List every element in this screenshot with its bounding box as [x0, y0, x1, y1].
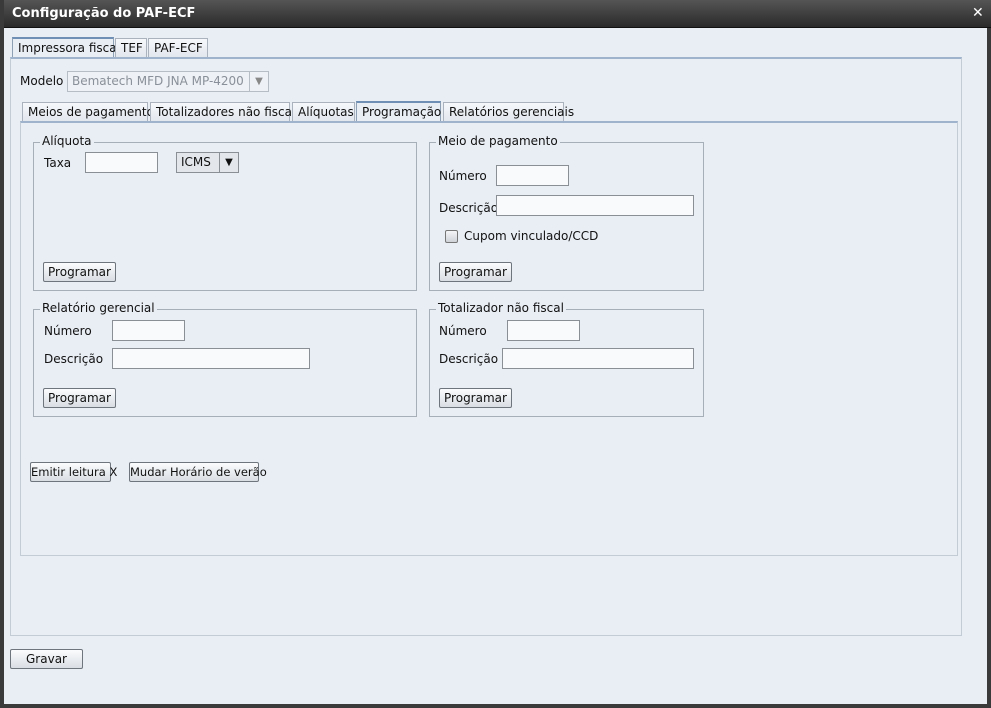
totalizador-descricao-input[interactable] — [502, 348, 694, 369]
programar-totalizador-button[interactable]: Programar — [439, 388, 512, 408]
taxa-label: Taxa — [44, 156, 72, 170]
aliquota-legend: Alíquota — [40, 134, 94, 148]
tab-paf-ecf[interactable]: PAF-ECF — [148, 38, 208, 58]
numero-label: Número — [44, 324, 92, 338]
tipo-select[interactable]: ICMS ▼ — [176, 152, 239, 173]
tab-meios-pagamento[interactable]: Meios de pagamento — [22, 102, 154, 122]
config-window: Configuração do PAF-ECF ✕ Impressora fis… — [0, 0, 991, 708]
numero-label: Número — [439, 169, 487, 183]
tab-impressora-fiscal[interactable]: Impressora fiscal — [12, 37, 120, 58]
tipo-value: ICMS — [181, 155, 211, 169]
relatorio-legend: Relatório gerencial — [40, 301, 157, 315]
modelo-select[interactable]: Bematech MFD JNA MP-4200 ▼ — [67, 71, 269, 92]
programar-meio-button[interactable]: Programar — [439, 262, 512, 282]
chevron-down-icon: ▼ — [249, 72, 268, 91]
gravar-button[interactable]: Gravar — [10, 649, 83, 669]
meio-numero-input[interactable] — [496, 165, 569, 186]
chevron-down-icon: ▼ — [219, 153, 238, 172]
mudar-horario-verao-button[interactable]: Mudar Horário de verão — [129, 462, 267, 482]
cupom-vinculado-checkbox[interactable] — [445, 230, 458, 243]
aliquota-group: Alíquota Taxa ICMS ▼ Programar — [33, 134, 417, 291]
programar-aliquota-button[interactable]: Programar — [43, 262, 116, 282]
meio-pagamento-legend: Meio de pagamento — [436, 134, 560, 148]
taxa-input[interactable] — [85, 152, 158, 173]
numero-label: Número — [439, 324, 487, 338]
descricao-label: Descrição — [439, 352, 499, 366]
totalizador-legend: Totalizador não fiscal — [436, 301, 566, 315]
cupom-vinculado-label: Cupom vinculado/CCD — [464, 229, 599, 243]
totalizador-numero-input[interactable] — [507, 320, 580, 341]
tab-relatorios-gerenciais[interactable]: Relatórios gerenciais — [443, 102, 574, 122]
descricao-label: Descrição — [439, 201, 499, 215]
window-title: Configuração do PAF-ECF — [12, 6, 196, 21]
tab-aliquotas[interactable]: Alíquotas — [292, 102, 355, 122]
relatorio-numero-input[interactable] — [112, 320, 185, 341]
tab-totalizadores[interactable]: Totalizadores não fiscais — [150, 102, 302, 122]
relatorio-gerencial-group: Relatório gerencial Número Descrição Pro… — [33, 301, 417, 417]
meio-descricao-input[interactable] — [496, 195, 694, 216]
relatorio-descricao-input[interactable] — [112, 348, 310, 369]
programar-relatorio-button[interactable]: Programar — [43, 388, 116, 408]
tab-tef[interactable]: TEF — [115, 38, 147, 58]
tab-programacao[interactable]: Programação — [356, 101, 441, 122]
close-icon[interactable]: ✕ — [972, 5, 984, 21]
meio-pagamento-group: Meio de pagamento Número Descrição Cupom… — [429, 134, 704, 291]
totalizador-group: Totalizador não fiscal Número Descrição … — [429, 301, 704, 417]
modelo-value: Bematech MFD JNA MP-4200 — [72, 74, 244, 88]
emitir-leitura-x-button[interactable]: Emitir leitura X — [30, 462, 117, 482]
title-bar: Configuração do PAF-ECF ✕ — [4, 0, 991, 28]
descricao-label: Descrição — [44, 352, 104, 366]
modelo-label: Modelo — [20, 74, 64, 88]
